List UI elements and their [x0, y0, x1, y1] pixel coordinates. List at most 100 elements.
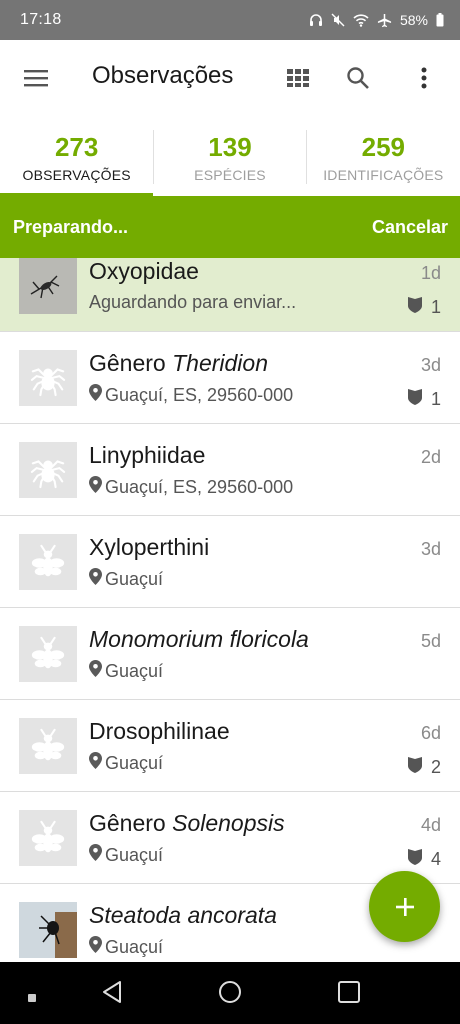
- subtitle-text: Guaçuí: [105, 844, 164, 865]
- subtitle-text: Aguardando para enviar...: [89, 292, 297, 312]
- location-pin-icon: [89, 660, 105, 682]
- observation-row[interactable]: Gênero Theridion Guaçuí, ES, 29560-000 3d 1: [0, 332, 460, 424]
- tab-observacoes[interactable]: 273 OBSERVAÇÕES: [0, 116, 154, 196]
- observation-name: Oxyopidae: [89, 258, 199, 285]
- location-pin-icon: [89, 936, 105, 958]
- observation-location: Guaçuí: [89, 752, 163, 774]
- identification-icon: [407, 848, 423, 870]
- location-pin-icon: [89, 476, 105, 498]
- observation-location: Guaçuí: [89, 568, 163, 590]
- taxon-name: Linyphiidae: [89, 442, 206, 468]
- observation-name: Steatoda ancorata: [89, 902, 277, 929]
- observation-row[interactable]: Drosophilinae Guaçuí 6d 2: [0, 700, 460, 792]
- observation-row[interactable]: Gênero Solenopsis Guaçuí 4d 4: [0, 792, 460, 884]
- identification-count-value: 2: [430, 756, 441, 777]
- taxon-name: Solenopsis: [172, 810, 285, 836]
- status-icons: 58%: [309, 12, 444, 28]
- location-pin-icon: [89, 568, 105, 590]
- identification-count-value: 1: [430, 296, 441, 317]
- battery-percent: 58%: [399, 12, 428, 28]
- taxon-name: Xyloperthini: [89, 534, 210, 560]
- spider-icon: [19, 350, 77, 406]
- observation-date: 4d: [420, 815, 441, 835]
- mute-icon: [331, 13, 345, 27]
- identification-count: 1: [407, 296, 441, 318]
- observation-date: 3d: [420, 539, 441, 559]
- stats-tabs: 273 OBSERVAÇÕES 139 ESPÉCIES 259 IDENTIF…: [0, 116, 460, 196]
- headphones-icon: [309, 13, 323, 27]
- observation-date: 2d: [420, 447, 441, 467]
- recents-icon[interactable]: [337, 980, 361, 1009]
- home-icon[interactable]: [218, 980, 242, 1009]
- cancel-upload-button[interactable]: Cancelar: [372, 217, 448, 238]
- tab-count: 259: [361, 132, 406, 162]
- upload-status: Preparando...: [13, 216, 129, 237]
- subtitle-text: Guaçuí: [105, 660, 164, 681]
- insect-icon: [19, 810, 77, 866]
- observation-date: 6d: [420, 723, 441, 743]
- observation-name: Xyloperthini: [89, 534, 209, 561]
- observation-location: Guaçuí: [89, 660, 163, 682]
- menu-icon: [24, 70, 48, 87]
- observation-location: Guaçuí, ES, 29560-000: [89, 476, 293, 498]
- location-pin-icon: [89, 844, 105, 866]
- observation-name: Monomorium floricola: [89, 626, 309, 653]
- tab-label: OBSERVAÇÕES: [22, 167, 131, 183]
- spider-icon: [19, 442, 77, 498]
- observation-row[interactable]: Linyphiidae Guaçuí, ES, 29560-000 2d: [0, 424, 460, 516]
- observation-name: Drosophilinae: [89, 718, 230, 745]
- subtitle-text: Guaçuí: [105, 568, 164, 589]
- observation-row[interactable]: Oxyopidae Aguardando para enviar... 1d 1: [0, 258, 460, 332]
- observation-date: 1d: [420, 263, 441, 283]
- rank-prefix: Gênero: [89, 350, 173, 376]
- add-observation-button[interactable]: [369, 871, 440, 942]
- location-pin-icon: [89, 752, 105, 774]
- tab-count: 139: [208, 132, 252, 162]
- identification-count: 2: [407, 756, 441, 778]
- observation-name: Gênero Theridion: [89, 350, 268, 377]
- search-icon: [347, 67, 369, 89]
- identification-count-value: 1: [430, 388, 441, 409]
- tab-identificacoes[interactable]: 259 IDENTIFICAÇÕES: [307, 116, 460, 196]
- location-pin-icon: [89, 384, 105, 406]
- subtitle-text: Guaçuí, ES, 29560-000: [105, 384, 294, 405]
- observation-name: Gênero Solenopsis: [89, 810, 285, 837]
- tab-label: ESPÉCIES: [194, 167, 266, 183]
- back-icon[interactable]: [100, 980, 124, 1009]
- upload-banner: Preparando... Cancelar: [0, 196, 460, 258]
- observation-status: Aguardando para enviar...: [89, 292, 296, 313]
- identification-icon: [407, 296, 423, 318]
- identification-count: 1: [407, 388, 441, 410]
- identification-count-value: 4: [430, 848, 441, 869]
- observation-row[interactable]: Xyloperthini Guaçuí 3d: [0, 516, 460, 608]
- taxon-name: Drosophilinae: [89, 718, 230, 744]
- observation-location: Guaçuí: [89, 844, 163, 866]
- tab-divider: [306, 130, 307, 184]
- taxon-name: Theridion: [172, 350, 268, 376]
- grid-icon: [287, 69, 309, 87]
- observation-location: Guaçuí, ES, 29560-000: [89, 384, 293, 406]
- plus-icon: [395, 897, 414, 916]
- more-options-button[interactable]: [412, 64, 436, 92]
- tab-divider: [153, 130, 154, 184]
- tab-label: IDENTIFICAÇÕES: [323, 167, 444, 183]
- observation-date: 5d: [420, 631, 441, 651]
- observation-list[interactable]: Oxyopidae Aguardando para enviar... 1d 1 Gên…: [0, 258, 460, 962]
- taxon-name: Monomorium floricola: [89, 626, 309, 652]
- insect-icon: [19, 718, 77, 774]
- subtitle-text: Guaçuí, ES, 29560-000: [105, 476, 294, 497]
- grid-view-button[interactable]: [284, 64, 312, 92]
- status-bar: 17:18 58%: [0, 0, 460, 40]
- status-time: 17:18: [20, 11, 62, 28]
- menu-button[interactable]: [20, 64, 52, 92]
- observation-photo: [19, 258, 77, 314]
- airplane-icon: [377, 13, 392, 28]
- taxon-name: Oxyopidae: [89, 258, 199, 284]
- tab-especies[interactable]: 139 ESPÉCIES: [153, 116, 306, 196]
- search-button[interactable]: [344, 64, 372, 92]
- observation-row[interactable]: Monomorium floricola Guaçuí 5d: [0, 608, 460, 700]
- insect-icon: [19, 534, 77, 590]
- system-nav-bar: [0, 962, 460, 1024]
- nav-dot-icon: [28, 989, 36, 1007]
- observation-name: Linyphiidae: [89, 442, 205, 469]
